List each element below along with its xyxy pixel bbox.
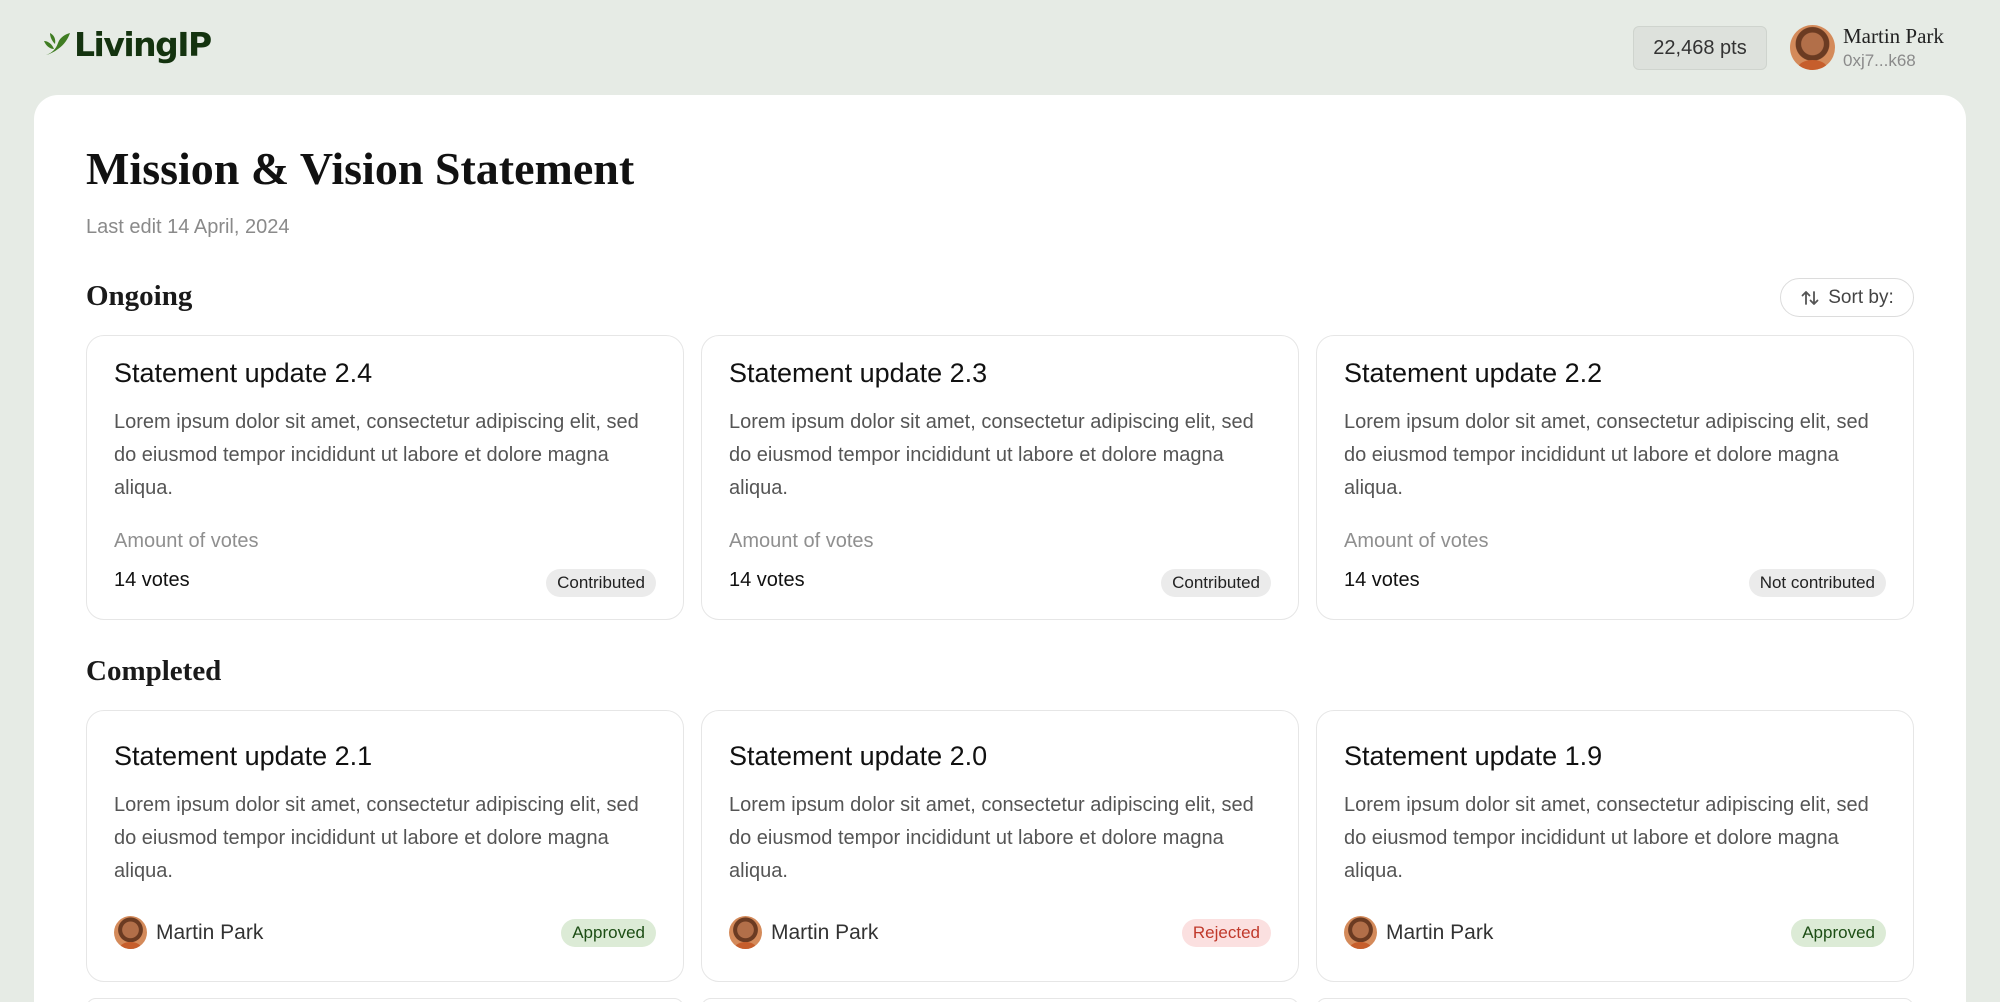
votes-label: Amount of votes <box>1344 530 1489 552</box>
card-partial[interactable] <box>1316 998 1914 1002</box>
author[interactable]: Martin Park <box>114 916 263 949</box>
card-description: Lorem ipsum dolor sit amet, consectetur … <box>1344 794 1869 882</box>
card-partial[interactable] <box>86 998 684 1002</box>
last-edit-date: Last edit 14 April, 2024 <box>86 216 290 238</box>
author-name: Martin Park <box>1386 920 1494 944</box>
wallet-address: 0xj7...k68 <box>1843 51 1916 70</box>
user-name[interactable]: Martin Park <box>1843 24 1944 49</box>
author[interactable]: Martin Park <box>729 916 878 949</box>
brand-logo[interactable]: LivingIP <box>42 24 212 64</box>
sort-button[interactable]: Sort by: <box>1780 278 1914 317</box>
status-badge-approved: Approved <box>1791 919 1886 947</box>
ongoing-card-2-4[interactable]: Statement update 2.4 Lorem ipsum dolor s… <box>86 335 684 620</box>
author-avatar <box>114 916 147 949</box>
votes-label: Amount of votes <box>729 530 874 552</box>
status-badge-approved: Approved <box>561 919 656 947</box>
completed-card-2-1[interactable]: Statement update 2.1 Lorem ipsum dolor s… <box>86 710 684 982</box>
sort-arrows-icon <box>1801 290 1819 305</box>
card-description: Lorem ipsum dolor sit amet, consectetur … <box>729 794 1254 882</box>
ongoing-card-2-2[interactable]: Statement update 2.2 Lorem ipsum dolor s… <box>1316 335 1914 620</box>
author-avatar <box>729 916 762 949</box>
completed-card-2-0[interactable]: Statement update 2.0 Lorem ipsum dolor s… <box>701 710 1299 982</box>
status-badge: Contributed <box>546 569 656 597</box>
ongoing-card-2-3[interactable]: Statement update 2.3 Lorem ipsum dolor s… <box>701 335 1299 620</box>
card-title: Statement update 2.4 <box>114 358 373 388</box>
points-badge: 22,468 pts <box>1633 26 1767 70</box>
completed-card-1-9[interactable]: Statement update 1.9 Lorem ipsum dolor s… <box>1316 710 1914 982</box>
card-title: Statement update 2.1 <box>114 741 373 771</box>
sort-label: Sort by: <box>1828 286 1894 308</box>
card-description: Lorem ipsum dolor sit amet, consectetur … <box>1344 411 1869 499</box>
card-title: Statement update 2.0 <box>729 741 988 771</box>
card-title: Statement update 2.3 <box>729 358 988 388</box>
card-title: Statement update 1.9 <box>1344 741 1603 771</box>
ongoing-heading: Ongoing <box>86 280 193 312</box>
votes-count: 14 votes <box>1344 569 1420 591</box>
author-name: Martin Park <box>156 920 264 944</box>
votes-count: 14 votes <box>729 569 805 591</box>
page-title: Mission & Vision Statement <box>86 143 635 194</box>
author[interactable]: Martin Park <box>1344 916 1493 949</box>
votes-label: Amount of votes <box>114 530 259 552</box>
card-partial[interactable] <box>701 998 1299 1002</box>
card-description: Lorem ipsum dolor sit amet, consectetur … <box>114 794 639 882</box>
status-badge: Not contributed <box>1748 569 1886 597</box>
card-title: Statement update 2.2 <box>1344 358 1603 388</box>
votes-count: 14 votes <box>114 569 190 591</box>
status-badge: Contributed <box>1161 569 1271 597</box>
user-avatar[interactable] <box>1790 25 1835 70</box>
top-bar: LivingIP 22,468 pts Martin Park 0xj7...k… <box>0 0 2000 95</box>
status-badge-rejected: Rejected <box>1181 919 1271 947</box>
card-description: Lorem ipsum dolor sit amet, consectetur … <box>729 411 1254 499</box>
leaf-logo-icon <box>44 33 70 55</box>
card-description: Lorem ipsum dolor sit amet, consectetur … <box>114 411 639 499</box>
author-name: Martin Park <box>771 920 879 944</box>
completed-heading: Completed <box>86 655 222 687</box>
brand-name: LivingIP <box>74 24 212 64</box>
author-avatar <box>1344 916 1377 949</box>
